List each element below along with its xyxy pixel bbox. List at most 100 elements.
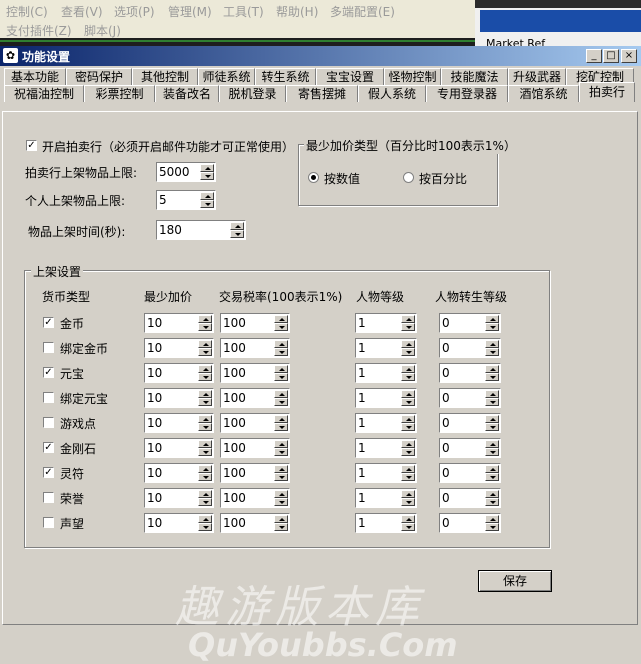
spin-down-icon[interactable] (198, 473, 212, 481)
min-raise-spinbox[interactable]: 10 (144, 338, 214, 358)
personal-max-spinbox[interactable]: 5 (156, 190, 216, 210)
spin-up-icon[interactable] (274, 465, 288, 473)
spin-up-icon[interactable] (485, 465, 499, 473)
spin-up-icon[interactable] (485, 315, 499, 323)
spin-down-icon[interactable] (401, 373, 415, 381)
level-spinbox[interactable]: 1 (355, 338, 417, 358)
rebirth-level-spinbox[interactable]: 0 (439, 438, 501, 458)
rebirth-level-spinbox[interactable]: 0 (439, 313, 501, 333)
rebirth-level-spinbox[interactable]: 0 (439, 388, 501, 408)
tab-row2-item[interactable]: 脱机登录 (219, 85, 286, 102)
level-spinbox[interactable]: 1 (355, 413, 417, 433)
tab-row1-item[interactable]: 其他控制 (132, 68, 198, 85)
spin-up-icon[interactable] (198, 340, 212, 348)
level-spinbox[interactable]: 1 (355, 488, 417, 508)
spin-down-icon[interactable] (198, 523, 212, 531)
maximize-button[interactable]: □ (603, 49, 619, 63)
min-raise-spinbox[interactable]: 10 (144, 363, 214, 383)
min-raise-spinbox[interactable]: 10 (144, 413, 214, 433)
spin-down-icon[interactable] (198, 323, 212, 331)
currency-checkbox[interactable] (43, 417, 54, 428)
spin-up-icon[interactable] (200, 164, 214, 172)
spin-down-icon[interactable] (485, 498, 499, 506)
spin-down-icon[interactable] (401, 498, 415, 506)
spin-down-icon[interactable] (198, 348, 212, 356)
spin-down-icon[interactable] (198, 448, 212, 456)
tab-row1-item[interactable]: 升级武器 (508, 68, 566, 85)
currency-checkbox[interactable] (43, 392, 54, 403)
min-raise-spinbox[interactable]: 10 (144, 438, 214, 458)
level-spinbox[interactable]: 1 (355, 463, 417, 483)
tax-rate-spinbox[interactable]: 100 (220, 513, 290, 533)
spin-up-icon[interactable] (485, 390, 499, 398)
spin-down-icon[interactable] (485, 348, 499, 356)
level-spinbox[interactable]: 1 (355, 438, 417, 458)
tax-rate-spinbox[interactable]: 100 (220, 463, 290, 483)
spin-up-icon[interactable] (485, 340, 499, 348)
title-bar[interactable]: ✿ 功能设置 _ □ × (0, 46, 641, 66)
parent-menu-item[interactable]: 工具(T) (223, 3, 264, 20)
spin-down-icon[interactable] (401, 323, 415, 331)
parent-menu-item[interactable]: 脚本(J) (84, 22, 121, 39)
currency-checkbox[interactable] (43, 492, 54, 503)
tab-row1-item[interactable]: 师徒系统 (198, 68, 255, 85)
spin-down-icon[interactable] (485, 473, 499, 481)
tax-rate-spinbox[interactable]: 100 (220, 313, 290, 333)
spin-up-icon[interactable] (401, 315, 415, 323)
currency-checkbox[interactable] (43, 517, 54, 528)
enable-auction-checkbox[interactable]: ✓ (26, 140, 37, 151)
spin-down-icon[interactable] (401, 448, 415, 456)
tab-row2-item[interactable]: 祝福油控制 (4, 85, 84, 102)
parent-menu-item[interactable]: 多端配置(E) (330, 3, 395, 20)
spin-up-icon[interactable] (401, 415, 415, 423)
spin-up-icon[interactable] (401, 365, 415, 373)
spin-down-icon[interactable] (274, 523, 288, 531)
tax-rate-spinbox[interactable]: 100 (220, 438, 290, 458)
spin-up-icon[interactable] (274, 490, 288, 498)
min-raise-spinbox[interactable]: 10 (144, 388, 214, 408)
parent-menu-item[interactable]: 选项(P) (114, 3, 155, 20)
spin-down-icon[interactable] (274, 348, 288, 356)
tab-row2-item[interactable]: 寄售摆摊 (286, 85, 358, 102)
currency-checkbox[interactable]: ✓ (43, 442, 54, 453)
spin-down-icon[interactable] (198, 498, 212, 506)
spin-down-icon[interactable] (274, 473, 288, 481)
spin-up-icon[interactable] (401, 390, 415, 398)
spin-up-icon[interactable] (401, 490, 415, 498)
spin-down-icon[interactable] (198, 398, 212, 406)
spin-up-icon[interactable] (274, 415, 288, 423)
tab-row1-item[interactable]: 密码保护 (66, 68, 132, 85)
spin-up-icon[interactable] (198, 315, 212, 323)
spin-down-icon[interactable] (485, 448, 499, 456)
tab-row1-item[interactable]: 宝宝设置 (316, 68, 384, 85)
tab-row1-item[interactable]: 转生系统 (255, 68, 316, 85)
rebirth-level-spinbox[interactable]: 0 (439, 513, 501, 533)
rebirth-level-spinbox[interactable]: 0 (439, 363, 501, 383)
tab-row2-item[interactable]: 酒馆系统 (508, 85, 579, 102)
max-items-spinbox[interactable]: 5000 (156, 162, 216, 182)
rebirth-level-spinbox[interactable]: 0 (439, 338, 501, 358)
tax-rate-spinbox[interactable]: 100 (220, 488, 290, 508)
spin-down-icon[interactable] (198, 423, 212, 431)
tab-row2-item[interactable]: 假人系统 (358, 85, 426, 102)
min-raise-spinbox[interactable]: 10 (144, 463, 214, 483)
spin-up-icon[interactable] (401, 465, 415, 473)
spin-down-icon[interactable] (230, 230, 244, 238)
currency-checkbox[interactable]: ✓ (43, 367, 54, 378)
level-spinbox[interactable]: 1 (355, 388, 417, 408)
radio-by-percent[interactable] (403, 172, 414, 183)
spin-up-icon[interactable] (274, 440, 288, 448)
tax-rate-spinbox[interactable]: 100 (220, 338, 290, 358)
spin-up-icon[interactable] (200, 192, 214, 200)
min-raise-spinbox[interactable]: 10 (144, 488, 214, 508)
tab-row1-item[interactable]: 技能魔法 (441, 68, 508, 85)
level-spinbox[interactable]: 1 (355, 313, 417, 333)
spin-down-icon[interactable] (274, 323, 288, 331)
parent-menu-item[interactable]: 支付插件(Z) (6, 22, 72, 39)
currency-checkbox[interactable]: ✓ (43, 317, 54, 328)
tab-row1-item[interactable]: 基本功能 (4, 68, 66, 85)
tax-rate-spinbox[interactable]: 100 (220, 413, 290, 433)
tab-row1-item[interactable]: 怪物控制 (384, 68, 441, 85)
spin-down-icon[interactable] (200, 172, 214, 180)
spin-down-icon[interactable] (485, 398, 499, 406)
